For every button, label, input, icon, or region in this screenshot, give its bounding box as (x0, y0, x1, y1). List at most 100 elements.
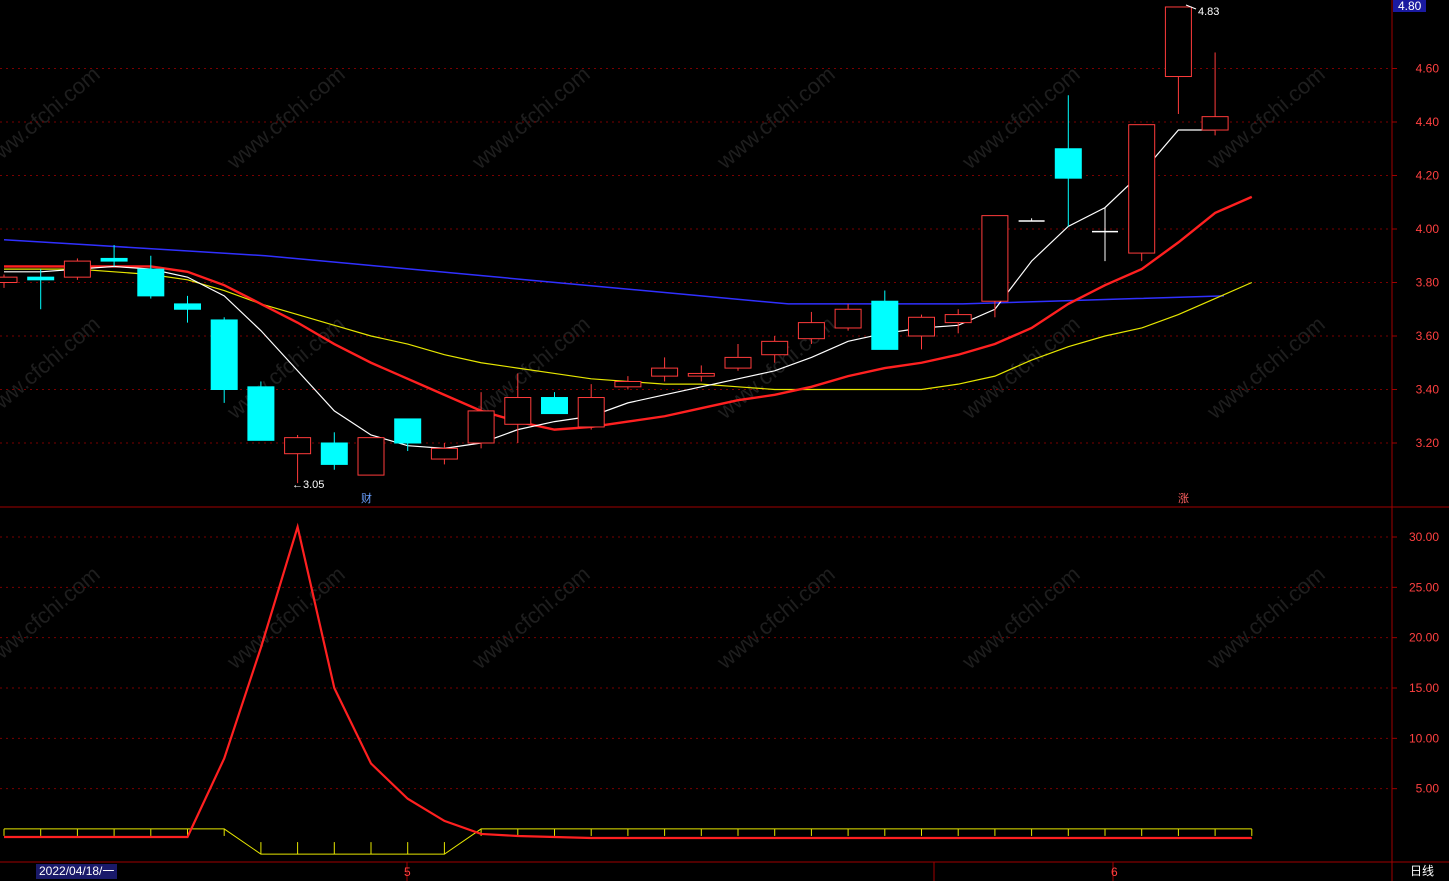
y-tick-label: 4.40 (1416, 115, 1440, 129)
watermark-text: www.cfchi.com (1201, 561, 1329, 674)
candle (174, 295, 201, 323)
candle-body-up (1201, 116, 1229, 131)
candle (1128, 124, 1156, 262)
candle (137, 255, 165, 299)
watermark-text: www.cfchi.com (956, 311, 1084, 424)
candle (871, 290, 899, 350)
y-tick-label: 4.20 (1416, 169, 1440, 183)
y-tick-label: 20.00 (1409, 631, 1439, 645)
candle-body-down (174, 303, 201, 310)
candle-body-down (100, 257, 128, 262)
candle-body-up (357, 437, 385, 476)
grid-lines (0, 68, 1392, 790)
finance-marker: 财 (361, 491, 372, 505)
y-tick-label: 4.00 (1416, 222, 1440, 236)
candle (1201, 52, 1229, 136)
candle (247, 381, 275, 441)
candle (687, 365, 715, 382)
candle-body-down (541, 397, 568, 415)
candle (908, 314, 935, 350)
candle-body-up (687, 372, 715, 377)
candle (541, 392, 568, 415)
watermark-text: www.cfchi.com (0, 61, 105, 174)
watermark-text: www.cfchi.com (221, 561, 349, 674)
y-tick-label: 3.60 (1416, 329, 1440, 343)
start-date-label: 2022/04/18/一 (36, 864, 118, 879)
period-daily-button[interactable]: 日线 (1397, 864, 1447, 879)
watermark-text: www.cfchi.com (711, 61, 839, 174)
candle (614, 376, 642, 390)
candle (430, 443, 458, 465)
candle (63, 258, 91, 280)
watermark-text: www.cfchi.com (466, 561, 594, 674)
candle-body-up (651, 367, 679, 377)
y-tick-label: 4.60 (1416, 62, 1440, 76)
candle-body-up (1164, 6, 1192, 78)
candle-body-up (63, 260, 91, 278)
candle-body-up (797, 322, 825, 340)
candle (100, 245, 128, 267)
candle-body-down (210, 319, 238, 391)
watermark-text: www.cfchi.com (711, 561, 839, 674)
y-tick-label: 30.00 (1409, 530, 1439, 544)
ma-short-line (4, 129, 1216, 449)
candle-body-up (0, 276, 18, 283)
high-price-annotation: 4.83 (1198, 6, 1219, 18)
candle-body-up (430, 447, 458, 460)
y-tick-label: 5.00 (1416, 782, 1440, 796)
watermark-text: www.cfchi.com (0, 561, 105, 674)
candle-body-up (467, 410, 495, 444)
limit-up-marker: 涨 (1178, 492, 1189, 505)
candle (0, 274, 18, 288)
candle (1092, 207, 1118, 262)
candle-body-up (981, 215, 1009, 302)
candle-body-down (27, 276, 55, 281)
candle (320, 432, 348, 470)
y-tick-label: 25.00 (1409, 580, 1439, 594)
candle-body-up (724, 356, 752, 369)
candle (27, 269, 55, 310)
candle (944, 309, 972, 334)
candle-body-up (944, 314, 972, 324)
candle-body-up (577, 397, 605, 428)
current-price-tag: 4.80 (1393, 0, 1427, 12)
candle-body-up (908, 316, 935, 337)
watermark-text: www.cfchi.com (0, 311, 105, 424)
x-month-label: 5 (404, 865, 411, 879)
candle-body-up (761, 340, 789, 356)
y-tick-label: 10.00 (1409, 731, 1439, 745)
candle-body-up (284, 437, 312, 455)
candle (1018, 218, 1045, 222)
candle (834, 303, 862, 331)
watermark-text: www.cfchi.com (221, 61, 349, 174)
candle (357, 437, 385, 476)
candle-body-down (247, 386, 275, 441)
y-tick-label: 15.00 (1409, 681, 1439, 695)
candle (284, 434, 312, 484)
candle (651, 357, 679, 382)
y-tick-label: 3.20 (1416, 436, 1440, 450)
candle-body-down (1054, 148, 1082, 179)
candle-body-down (394, 418, 422, 444)
candle (1164, 6, 1192, 114)
watermark-text: www.cfchi.com (1201, 311, 1329, 424)
candle (577, 384, 605, 430)
y-axis-ticks: 3.20 3.40 3.60 3.80 4.00 4.20 4.40 4.60 5.00 10.0… (404, 62, 1439, 880)
y-tick-label: 3.40 (1416, 383, 1440, 397)
candle (210, 317, 238, 403)
candle-body-up (504, 397, 532, 425)
watermark-text: www.cfchi.com (466, 61, 594, 174)
low-price-annotation: ←3.05 (292, 479, 324, 491)
candle-body-up (614, 380, 642, 388)
candle-body-up (1128, 124, 1156, 254)
candle-body-up (834, 308, 862, 329)
candle (1054, 95, 1082, 227)
watermark-text: www.cfchi.com (956, 561, 1084, 674)
y-tick-label: 3.80 (1416, 276, 1440, 290)
candle-body-down (320, 442, 348, 465)
candle-body-down (871, 300, 899, 350)
candle (724, 344, 752, 371)
stock-chart: www.cfchi.com www.cfchi.com www.cfchi.com w… (0, 0, 1449, 881)
candlestick-series (0, 6, 1229, 484)
candle-body-down (137, 268, 165, 297)
